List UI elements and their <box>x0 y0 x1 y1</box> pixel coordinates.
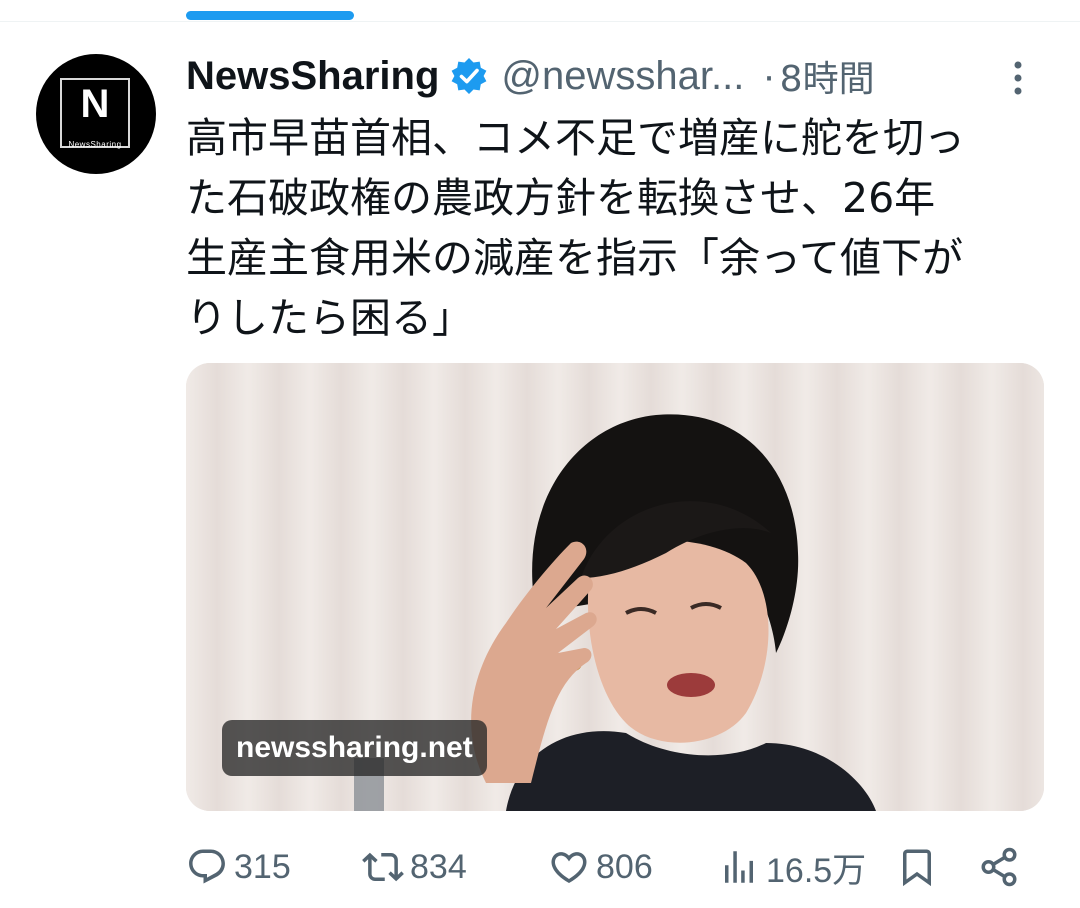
post-text-line: 生産主食用米の減産を指示「余って値下が <box>186 234 963 282</box>
post-text-line: た石破政権の農政方針を転換させ、26年 <box>186 174 936 222</box>
post-text-line: りしたら困る」 <box>186 294 473 342</box>
author-name[interactable]: NewsSharing <box>186 54 439 99</box>
post-timestamp[interactable]: 8時間 <box>780 50 875 102</box>
share-button[interactable] <box>978 842 1020 892</box>
post-actions: 315 834 806 16.5万 <box>186 842 1046 892</box>
repost-icon <box>362 852 404 882</box>
avatar[interactable]: N NewsSharing <box>36 54 156 174</box>
media-watermark: newssharing.net <box>222 720 487 776</box>
active-tab-indicator <box>186 11 354 20</box>
reply-count: 315 <box>234 847 291 886</box>
post-text-line: 高市早苗首相、コメ不足で増産に舵を切っ <box>186 114 965 162</box>
views-icon <box>725 851 753 883</box>
repost-count: 834 <box>410 847 467 886</box>
like-count: 806 <box>596 847 653 886</box>
bookmark-icon <box>903 849 931 887</box>
avatar-letter: N <box>80 82 110 126</box>
post-text: 高市早苗首相、コメ不足で増産に舵を切っ た石破政権の農政方針を転換させ、26年 … <box>186 108 1066 348</box>
repost-button[interactable]: 834 <box>362 842 467 892</box>
bookmark-button[interactable] <box>896 842 938 892</box>
like-button[interactable]: 806 <box>548 842 653 892</box>
reply-icon <box>189 849 225 884</box>
verified-icon[interactable] <box>449 56 489 96</box>
avatar-caption: NewsSharing <box>68 140 122 149</box>
post-media-image[interactable]: newssharing.net <box>186 363 1044 811</box>
separator-dot: · <box>762 53 776 98</box>
views-count: 16.5万 <box>766 851 867 890</box>
reply-button[interactable]: 315 <box>186 842 291 892</box>
more-icon[interactable] <box>1004 58 1032 98</box>
divider <box>0 21 1080 22</box>
author-handle[interactable]: @newsshar... <box>501 54 744 99</box>
views-button[interactable]: 16.5万 <box>718 842 866 892</box>
share-icon <box>981 847 1017 887</box>
post-header: NewsSharing @newsshar... · 8時間 <box>186 50 875 102</box>
like-icon <box>551 852 587 884</box>
